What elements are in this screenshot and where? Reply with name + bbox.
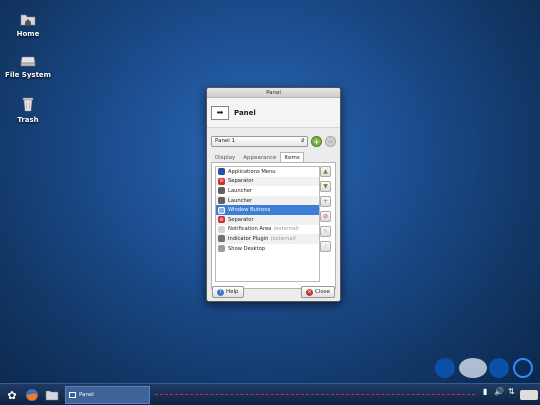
panel-select[interactable]: Panel 1 ⇵ — [211, 136, 308, 147]
tab-appearance[interactable]: Appearance — [239, 152, 280, 162]
home-folder-icon — [20, 14, 36, 26]
minus-icon: − — [327, 137, 334, 146]
list-item-label: Separator — [228, 216, 254, 223]
list-item[interactable]: Show Desktop — [216, 244, 319, 254]
items-tab-content: Applications Menu ⊘ Separator Launcher Launc… — [211, 162, 336, 289]
list-item-label: Notification Area — [228, 226, 272, 233]
battery-icon[interactable]: ▮ — [483, 387, 487, 396]
trash-icon — [22, 97, 34, 112]
taskbar: ✿ Panel ▮ 🔊 ⇅ — [0, 383, 540, 405]
list-item-label: Separator — [228, 178, 254, 185]
list-item-suffix: (external) — [273, 226, 299, 233]
show-desktop-icon — [218, 245, 225, 253]
list-item[interactable]: Indicator Plugin (external) — [216, 234, 319, 244]
list-item-label: Show Desktop — [228, 245, 266, 252]
plus-icon: + — [313, 137, 320, 146]
about-item-button[interactable]: i — [320, 241, 331, 252]
item-actions: ▲ ▼ + ⊘ ✎ i — [320, 166, 332, 256]
dialog-button-row: ? Help × Close — [207, 286, 340, 298]
taskbar-item-panel[interactable]: Panel — [65, 386, 150, 404]
panel-items-list[interactable]: Applications Menu ⊘ Separator Launcher Launc… — [215, 166, 320, 282]
drive-icon — [20, 56, 36, 67]
remove-item-button[interactable]: ⊘ — [320, 211, 331, 222]
firefox-icon[interactable] — [23, 386, 41, 404]
list-item[interactable]: Applications Menu — [216, 167, 319, 177]
notification-area-icon — [218, 225, 225, 233]
list-item[interactable]: Launcher — [216, 186, 319, 196]
edit-icon: ✎ — [322, 228, 329, 235]
edit-item-button[interactable]: ✎ — [320, 226, 331, 237]
desktop-icon-trash[interactable]: Trash — [0, 97, 56, 124]
indicator-plugin-icon — [218, 235, 225, 243]
list-item-label: Launcher — [228, 197, 253, 204]
desktop-icon-label: Home — [16, 30, 40, 38]
list-item[interactable]: Launcher — [216, 195, 319, 206]
separator-icon: ⊘ — [218, 177, 225, 185]
taskbar-item-label: Panel — [79, 392, 94, 398]
list-item[interactable]: ⊘ Separator — [216, 214, 319, 225]
move-down-button[interactable]: ▼ — [320, 181, 331, 192]
panel-selector-row: Panel 1 ⇵ + − — [211, 136, 336, 147]
window-header: ➡ Panel — [207, 98, 340, 128]
plus-icon: + — [322, 198, 329, 205]
list-item[interactable]: Window Buttons — [216, 205, 319, 215]
list-item-suffix: (external) — [270, 235, 297, 242]
workspace-2[interactable] — [459, 358, 487, 378]
help-button[interactable]: ? Help — [212, 286, 244, 298]
window-buttons-icon — [218, 206, 225, 214]
add-panel-button[interactable]: + — [311, 136, 322, 147]
remove-icon: ⊘ — [322, 213, 329, 220]
chevron-updown-icon: ⇵ — [300, 138, 305, 144]
clock-widget[interactable] — [520, 390, 538, 400]
launcher-icon — [218, 197, 225, 205]
arrow-up-icon: ▲ — [323, 168, 328, 175]
list-item-label: Applications Menu — [228, 168, 276, 175]
workspace-3[interactable] — [489, 358, 509, 378]
list-item-label: Indicator Plugin — [228, 235, 269, 242]
launcher-icon — [218, 187, 225, 195]
move-up-button[interactable]: ▲ — [320, 166, 331, 177]
remove-panel-button[interactable]: − — [325, 136, 336, 147]
desktop-icon-filesystem[interactable]: File System — [0, 55, 56, 79]
window-header-title: Panel — [234, 108, 256, 117]
info-icon: i — [324, 243, 327, 250]
list-item[interactable]: ⊘ Separator — [216, 176, 319, 187]
add-item-button[interactable]: + — [320, 196, 331, 207]
desktop-icon-home[interactable]: Home — [0, 12, 56, 38]
window-titlebar[interactable]: Panel — [207, 88, 340, 98]
tab-items[interactable]: Items — [280, 152, 304, 162]
desktop-icon-label: File System — [5, 71, 51, 79]
volume-icon[interactable]: 🔊 — [494, 387, 504, 396]
panel-preferences-window: Panel ➡ Panel Panel 1 ⇵ + − Display Appe… — [206, 87, 341, 302]
help-button-label: Help — [226, 289, 239, 295]
list-item-label: Launcher — [228, 187, 253, 194]
file-manager-icon[interactable] — [43, 386, 61, 404]
panel-select-value: Panel 1 — [215, 138, 236, 144]
close-button-label: Close — [315, 289, 330, 295]
tab-display[interactable]: Display — [211, 152, 239, 162]
list-item[interactable]: Notification Area (external) — [216, 225, 319, 235]
applications-menu-icon — [218, 168, 225, 176]
taskbar-separator — [155, 394, 475, 395]
network-icon[interactable]: ⇅ — [508, 387, 515, 396]
help-icon: ? — [217, 288, 224, 296]
workspace-4[interactable] — [513, 358, 533, 378]
list-item-label: Window Buttons — [228, 207, 271, 214]
separator-icon: ⊘ — [218, 216, 225, 224]
window-icon — [69, 392, 76, 398]
arrow-down-icon: ▼ — [323, 183, 328, 190]
tab-bar: Display Appearance Items — [211, 152, 336, 162]
close-button[interactable]: × Close — [301, 286, 335, 298]
close-icon: × — [306, 288, 314, 296]
workspace-1[interactable] — [435, 358, 455, 378]
panel-preferences-icon: ➡ — [211, 105, 229, 120]
desktop-icon-label: Trash — [17, 116, 39, 124]
xfce-menu-icon[interactable]: ✿ — [3, 386, 21, 404]
